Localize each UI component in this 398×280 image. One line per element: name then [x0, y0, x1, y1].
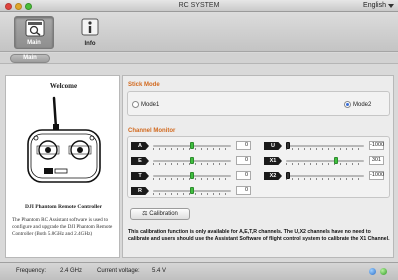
frequency-label: Frequency:	[16, 268, 47, 274]
stick-mode-title: Stick Mode	[128, 82, 160, 88]
voltage-label: Current voltage:	[97, 268, 140, 274]
channel-row-r: R0	[131, 186, 253, 195]
window-title: RC SYSTEM	[178, 2, 220, 9]
calibration-icon: ⚖	[142, 211, 148, 217]
breadcrumb[interactable]: Main	[10, 54, 50, 63]
calibration-button-label: Calibration	[149, 211, 178, 217]
settings-panel: Stick Mode Mode1 Mode2 Channel Monitor A…	[122, 75, 394, 258]
mode1-label: Mode1	[141, 101, 160, 108]
channel-value: 0	[236, 186, 251, 195]
channel-ticks	[286, 148, 364, 150]
channel-tag: R	[131, 187, 149, 195]
controller-description: The Phantom RC Assistant software is use…	[12, 217, 113, 237]
remote-controller-image	[27, 96, 101, 183]
channel-row-t: T0	[131, 171, 253, 180]
frequency-value: 2.4 GHz	[60, 268, 83, 274]
controller-name: DJI Phantom Remote Controller	[24, 204, 103, 210]
channel-tag: T	[131, 172, 149, 180]
channel-row-u: U -1000	[264, 141, 386, 150]
status-bar: Frequency: 2.4 GHz Current voltage: 5.4 …	[0, 262, 398, 280]
channel-slider-knob[interactable]	[190, 142, 194, 149]
welcome-title: Welcome	[49, 82, 78, 90]
channel-ticks	[286, 163, 364, 165]
calibration-note: This calibration function is only availa…	[128, 229, 390, 242]
channel-tag: E	[131, 157, 149, 165]
main-icon	[25, 19, 45, 37]
channel-tag: U	[264, 142, 282, 150]
info-icon	[81, 18, 99, 36]
channel-slider-knob[interactable]	[286, 172, 290, 179]
power-status-icon	[380, 268, 387, 275]
title-bar: RC SYSTEM English	[0, 0, 398, 12]
mode2-label: Mode2	[353, 101, 372, 108]
channel-monitor-group: A0E0T0R0 U -1000 X1 301 X2 -1000	[127, 136, 390, 198]
channel-slider-knob[interactable]	[190, 172, 194, 179]
channel-track	[286, 175, 364, 177]
channel-value: 301	[369, 156, 384, 165]
channel-value: 0	[236, 171, 251, 180]
main-tab-label: Main	[27, 40, 41, 46]
channel-slider-knob[interactable]	[190, 187, 194, 194]
channel-slider-knob[interactable]	[190, 157, 194, 164]
channel-tag: A	[131, 142, 149, 150]
channel-slider-knob[interactable]	[286, 142, 290, 149]
stick-mode-group: Mode1 Mode2	[127, 91, 390, 116]
channel-ticks	[286, 178, 364, 180]
channel-tag: X1	[264, 157, 282, 165]
channel-slider-knob[interactable]	[334, 157, 339, 164]
channel-tag: X2	[264, 172, 282, 180]
channel-value: 0	[236, 141, 251, 150]
channel-row-a: A0	[131, 141, 253, 150]
radio-checked-icon	[344, 101, 351, 108]
channel-value: 0	[236, 156, 251, 165]
calibration-button[interactable]: ⚖ Calibration	[130, 208, 190, 220]
mode2-radio[interactable]: Mode2	[344, 101, 371, 108]
voltage-value: 5.4 V	[152, 268, 167, 274]
radio-unchecked-icon	[132, 101, 139, 108]
channel-row-e: E0	[131, 156, 253, 165]
channel-value: -1000	[369, 141, 385, 150]
channel-track	[286, 145, 364, 147]
info-tab-label: Info	[84, 41, 96, 47]
breadcrumb-bar: Main	[0, 53, 398, 64]
chevron-down-icon[interactable]	[388, 4, 394, 8]
connection-status-icon	[369, 268, 376, 275]
channel-track	[286, 160, 364, 162]
channel-monitor-title: Channel Monitor	[128, 128, 176, 134]
channel-row-x1: X1 301	[264, 156, 386, 165]
channel-row-x2: X2 -1000	[264, 171, 386, 180]
mode1-radio[interactable]: Mode1	[132, 101, 159, 108]
info-tab-button[interactable]: Info	[70, 16, 110, 49]
channel-value: -1000	[369, 171, 385, 180]
main-tab-button[interactable]: Main	[14, 16, 54, 49]
welcome-panel: Welcome DJI Phantom Remote Controller Th…	[5, 75, 120, 258]
language-select[interactable]: English	[363, 2, 386, 9]
toolbar: Main Info	[0, 12, 398, 52]
